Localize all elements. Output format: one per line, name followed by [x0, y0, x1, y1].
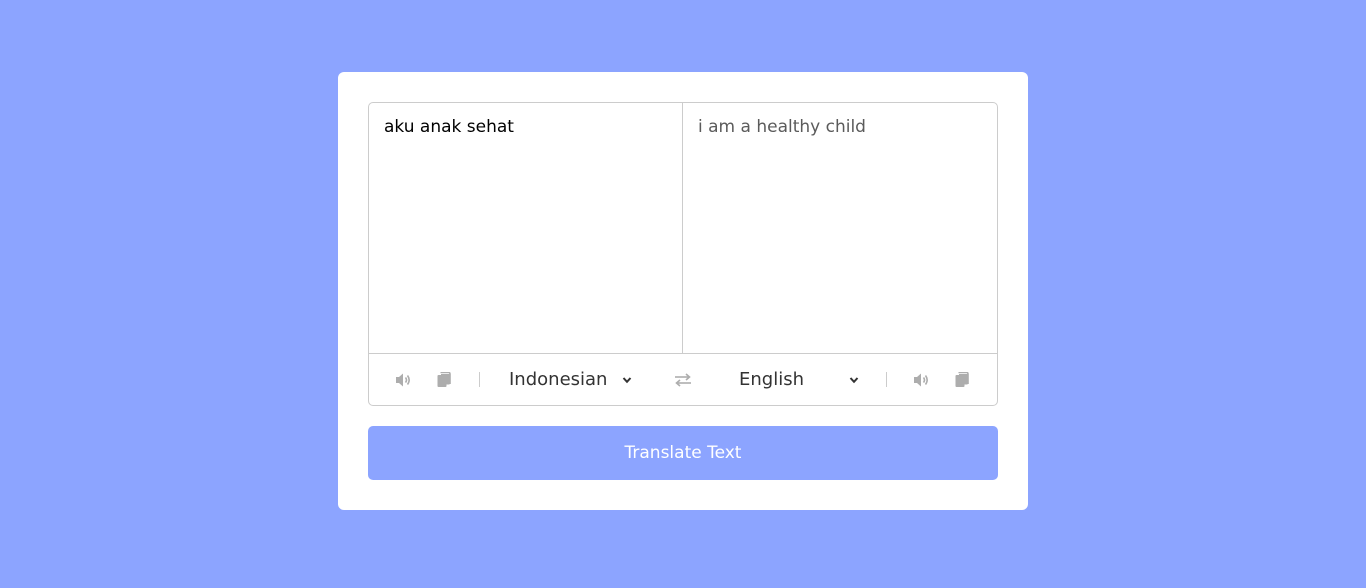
target-language-select[interactable]: English [739, 354, 860, 405]
target-speak-icon[interactable] [910, 354, 934, 405]
source-textarea[interactable]: aku anak sehat [369, 103, 683, 353]
translate-button[interactable]: Translate Text [368, 426, 998, 480]
source-copy-icon[interactable] [432, 354, 456, 405]
exchange-icon[interactable] [671, 354, 695, 405]
chevron-down-icon [623, 376, 632, 383]
left-divider [479, 372, 480, 387]
source-speak-icon[interactable] [392, 354, 416, 405]
target-copy-icon[interactable] [950, 354, 974, 405]
source-language-select[interactable]: Indonesian [509, 354, 633, 405]
translator-wrapper: aku anak sehat i am a healthy child Indo… [368, 102, 998, 406]
right-divider [886, 372, 887, 387]
translator-card: aku anak sehat i am a healthy child Indo… [338, 72, 1028, 510]
source-language-label: Indonesian [509, 369, 608, 390]
translated-textarea[interactable]: i am a healthy child [683, 103, 997, 353]
chevron-down-icon [849, 376, 859, 383]
text-input-area: aku anak sehat i am a healthy child [369, 103, 997, 354]
target-language-label: English [739, 369, 804, 390]
controls-bar: Indonesian English [369, 354, 997, 405]
